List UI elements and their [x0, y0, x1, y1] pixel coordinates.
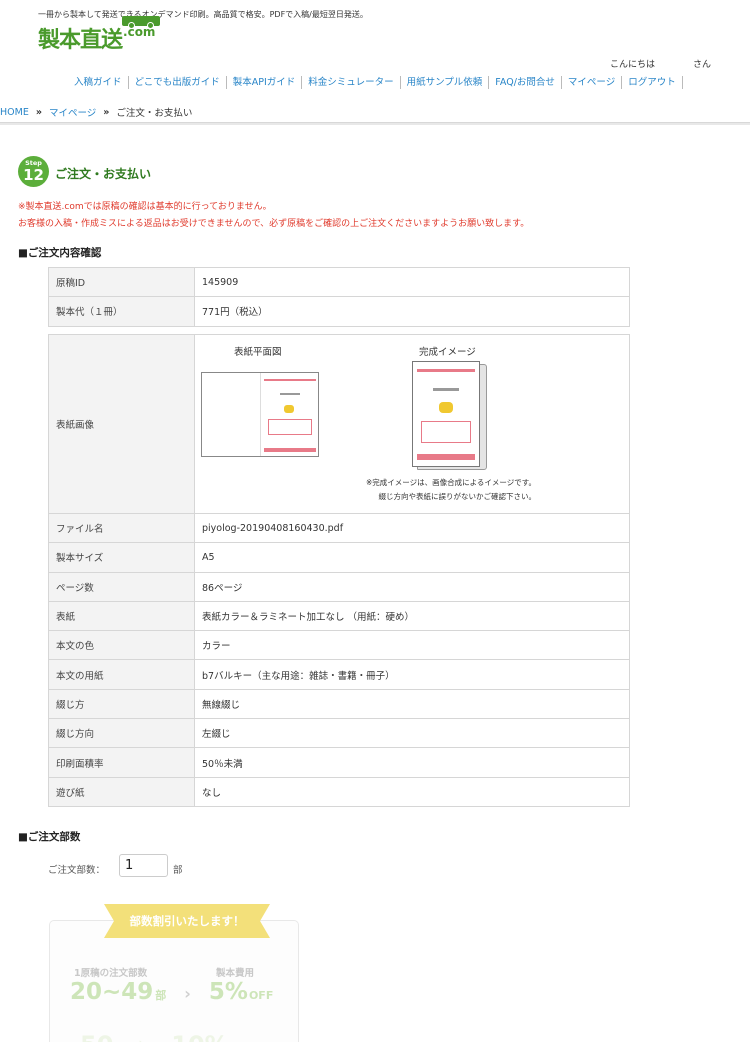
cover-flat-image	[201, 372, 319, 457]
row-value: b7バルキー（主な用途：雑誌・書籍・冊子）	[194, 659, 630, 690]
row-label: 表紙画像	[48, 334, 195, 514]
discount-off: OFF	[248, 989, 274, 1002]
discount-tier-row-next: 50 › 10%	[80, 1025, 229, 1042]
header-divider	[0, 122, 750, 125]
nav-item-publish-guide[interactable]: どこでも出版ガイド	[129, 76, 227, 89]
row-value: 50％未満	[194, 747, 630, 778]
table-row: 本文の色 カラー	[48, 630, 630, 661]
row-value: なし	[194, 776, 630, 807]
cover-flat-label: 表紙平面図	[234, 347, 282, 358]
row-label: 綴じ方向	[48, 718, 195, 749]
cover-images-cell: 表紙平面図 完成イメージ ※完成イメージは、画像合成によるイメージです。 綴じ方…	[194, 334, 630, 514]
row-label: 製本代（１冊）	[48, 296, 195, 327]
breadcrumb-mypage[interactable]: マイページ	[49, 105, 96, 119]
quantity-input[interactable]	[119, 854, 168, 877]
row-label: 製本サイズ	[48, 542, 195, 573]
nav-item-upload-guide[interactable]: 入稿ガイド	[68, 76, 129, 89]
nav-item-price-simulator[interactable]: 料金シミュレーター	[302, 76, 401, 89]
row-label: ファイル名	[48, 512, 195, 544]
nav-item-api-guide[interactable]: 製本APIガイド	[227, 76, 303, 89]
greeting-suffix: さん	[693, 60, 712, 70]
chick-icon	[284, 405, 294, 413]
row-label: 本文の用紙	[48, 659, 195, 690]
row-label: 表紙	[48, 600, 195, 632]
row-value: 左綴じ	[194, 718, 630, 749]
table-row: 綴じ方向 左綴じ	[48, 718, 630, 749]
row-value: 86ページ	[194, 571, 630, 602]
global-nav: 入稿ガイド どこでも出版ガイド 製本APIガイド 料金シミュレーター 用紙サンプ…	[68, 76, 683, 89]
table-row: 製本代（１冊） 771円（税込）	[48, 296, 630, 327]
table-row: 表紙 表紙カラー＆ラミネート加工なし （用紙：硬め）	[48, 600, 630, 632]
table-row: 原稿ID 145909	[48, 266, 630, 298]
table-row-cover: 表紙画像 表紙平面図 完成イメージ ※完成イメージは、画像合成によるイメージです…	[48, 334, 630, 514]
row-label: 遊び紙	[48, 776, 195, 807]
cover-note-1: ※完成イメージは、画像合成によるイメージです。	[365, 478, 536, 487]
order-confirm-heading: ■ご注文内容確認	[18, 247, 102, 259]
quantity-unit: 部	[173, 865, 183, 876]
nav-item-mypage[interactable]: マイページ	[562, 76, 623, 89]
nav-item-faq[interactable]: FAQ/お問合せ	[489, 76, 562, 89]
logo-text: 製本直送	[38, 28, 123, 53]
table-row: 製本サイズ A5	[48, 542, 630, 573]
discount-col-cost: 製本費用	[216, 968, 255, 979]
discount-percent: 5%	[208, 979, 248, 1005]
breadcrumb-current: ご注文・お支払い	[116, 108, 193, 119]
table-row: 印刷面積率 50％未満	[48, 747, 630, 778]
nav-item-paper-sample[interactable]: 用紙サンプル依頼	[401, 76, 490, 89]
table-row: ファイル名 piyolog-20190408160430.pdf	[48, 512, 630, 544]
chick-icon	[439, 402, 453, 413]
breadcrumb-home[interactable]: HOME	[0, 107, 29, 118]
row-value: 無線綴じ	[194, 688, 630, 720]
discount-col-quantity: 1原稿の注文部数	[74, 968, 148, 979]
step-number: 12	[23, 166, 44, 184]
row-value: 表紙カラー＆ラミネート加工なし （用紙：硬め）	[194, 600, 630, 632]
row-value: piyolog-20190408160430.pdf	[194, 512, 630, 544]
row-value: カラー	[194, 630, 630, 661]
chevron-right-icon: ›	[184, 984, 191, 1003]
table-row: 本文の用紙 b7バルキー（主な用途：雑誌・書籍・冊子）	[48, 659, 630, 690]
row-label: 本文の色	[48, 630, 195, 661]
table-row: 遊び紙 なし	[48, 776, 630, 807]
truck-icon	[122, 16, 160, 29]
site-tagline: 一冊から製本して発送できるオンデマンド印刷。高品質で格安。PDFで入稿/最短翌日…	[38, 10, 368, 19]
quantity-label: ご注文部数：	[48, 865, 106, 876]
row-label: ページ数	[48, 571, 195, 602]
greeting-hello: こんにちは	[610, 60, 656, 70]
order-summary-table: 原稿ID 145909 製本代（１冊） 771円（税込）	[48, 266, 630, 327]
row-value: 771円（税込）	[194, 296, 630, 327]
table-row: ページ数 86ページ	[48, 571, 630, 602]
notice-line-2: お客様の入稿・作成ミスによる返品はお受けできませんので、必ず原稿をご確認の上ご注…	[18, 219, 530, 229]
nav-item-logout[interactable]: ログアウト	[622, 76, 683, 89]
table-row: 綴じ方 無線綴じ	[48, 688, 630, 720]
cover-note-2: 綴じ方向や表紙に誤りがないかご確認下さい。	[378, 492, 537, 501]
row-label: 印刷面積率	[48, 747, 195, 778]
row-value: A5	[194, 542, 630, 573]
row-label: 綴じ方	[48, 688, 195, 720]
discount-range-unit: 部	[155, 989, 167, 1002]
discount-ribbon: 部数割引いたします！	[104, 904, 270, 938]
breadcrumb: HOME » マイページ » ご注文・お支払い	[0, 105, 193, 120]
discount-range: 20~49	[70, 979, 154, 1005]
breadcrumb-separator: »	[103, 106, 110, 118]
cover-finished-image	[412, 361, 487, 470]
discount-tier-row: 20~49 部 › 5% OFF	[70, 979, 273, 1005]
bulk-discount-panel: 1原稿の注文部数 製本費用 20~49 部 › 5% OFF 50 › 10%	[49, 920, 299, 1042]
row-label: 原稿ID	[48, 266, 195, 298]
step-badge: Step 12	[18, 156, 49, 187]
site-logo[interactable]: 製本直送 .com	[38, 24, 155, 52]
notice-line-1: ※製本直送.comでは原稿の確認は基本的に行っておりません。	[18, 202, 272, 212]
order-detail-table: 表紙画像 表紙平面図 完成イメージ ※完成イメージは、画像合成によるイメージです…	[48, 334, 630, 807]
order-quantity-heading: ■ご注文部数	[18, 831, 81, 843]
breadcrumb-separator: »	[35, 106, 42, 118]
row-value: 145909	[194, 266, 630, 298]
cover-finished-label: 完成イメージ	[419, 347, 476, 358]
page-title: ご注文・お支払い	[55, 167, 152, 181]
